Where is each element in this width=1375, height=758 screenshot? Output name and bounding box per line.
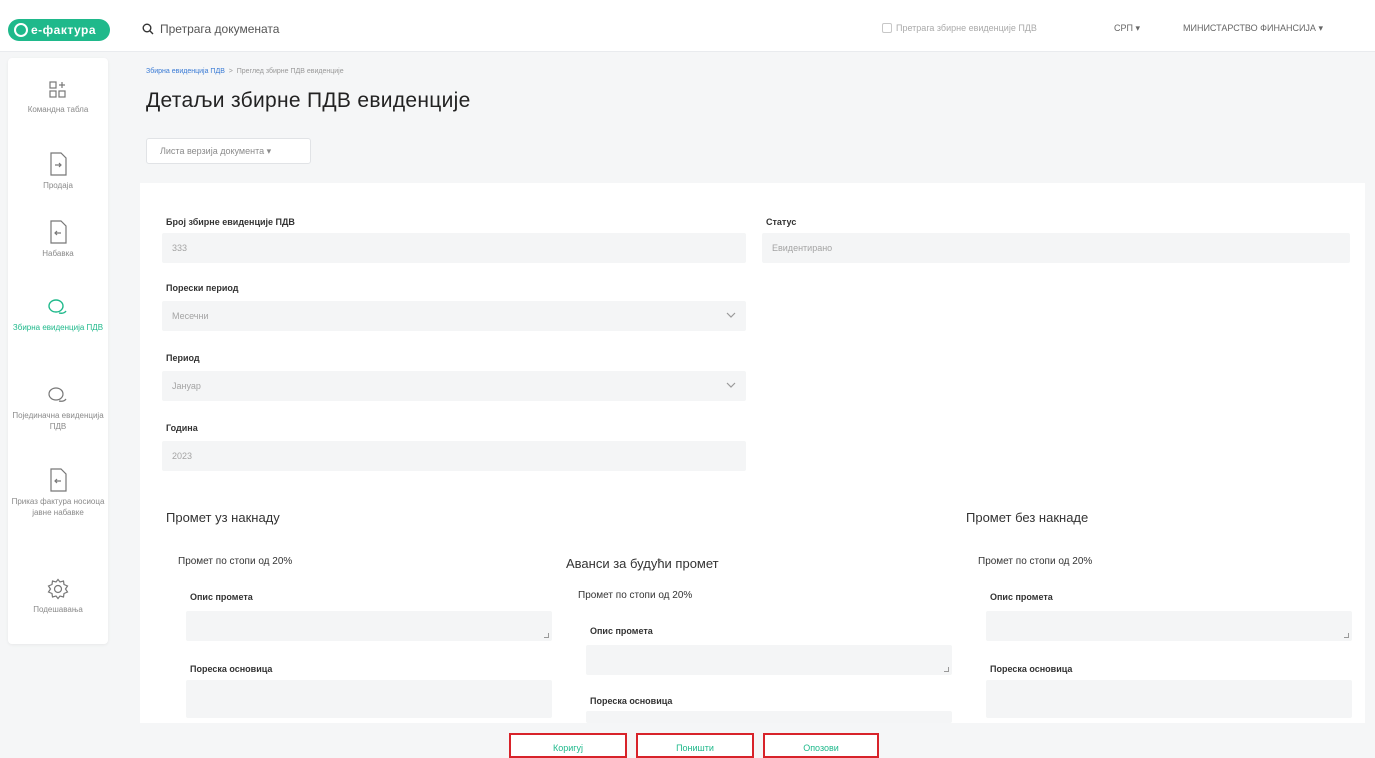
search-placeholder: Претрага докумената (160, 22, 280, 36)
details-card: Број збирне евиденције ПДВ 333 Статус Ев… (140, 183, 1365, 723)
sidebar-item-label: Појединачна евиденција ПДВ (12, 411, 104, 431)
organization-selector[interactable]: МИНИСТАРСТВО ФИНАНСИЈА ▾ (1183, 23, 1323, 34)
with-fee-desc-textarea[interactable] (186, 611, 552, 641)
sidebar-item-label: Набавка (42, 249, 74, 258)
year-field: 2023 (162, 441, 746, 471)
advances-rate-title: Промет по стопи од 20% (578, 590, 693, 601)
breadcrumb-current: Преглед збирне ПДВ евиденције (236, 68, 344, 75)
without-fee-desc-textarea[interactable] (986, 611, 1352, 641)
sidebar-item-label: Подешавања (33, 605, 83, 614)
checkbox-label: Претрага збирне евиденције ПДВ (896, 23, 1037, 33)
year-label: Година (166, 423, 198, 433)
correct-button[interactable]: Коригуј (509, 733, 627, 758)
sidebar-item-sales[interactable]: Продаја (8, 152, 108, 191)
cancel-button[interactable]: Поништи (636, 733, 754, 758)
sidebar: Командна табла Продаја Набавка Збирна ев… (8, 58, 108, 644)
section-title-with-fee: Промет уз накнаду (166, 510, 280, 525)
language-selector[interactable]: СРП ▾ (1114, 23, 1140, 34)
breadcrumb-parent-link[interactable]: Збирна евиденција ПДВ (146, 68, 225, 75)
top-bar: е-фактура Претрага докумената Претрага з… (0, 0, 1375, 52)
status-label: Статус (766, 217, 797, 227)
advances-desc-textarea[interactable] (586, 645, 952, 675)
withdraw-button[interactable]: Опозови (763, 733, 879, 758)
document-in-icon (50, 468, 67, 492)
without-fee-base-field[interactable] (986, 680, 1352, 718)
with-fee-base-field[interactable] (186, 680, 552, 718)
resize-handle-icon[interactable] (1344, 633, 1349, 638)
with-fee-desc-label: Опис промета (190, 592, 253, 602)
sidebar-item-public-procurement[interactable]: Приказ фактура носиоца јавне набавке (8, 468, 108, 518)
logo-mark-icon (14, 23, 28, 37)
sidebar-item-purchases[interactable]: Набавка (8, 220, 108, 259)
period-label: Период (166, 353, 200, 363)
breadcrumb: Збирна евиденција ПДВ > Преглед збирне П… (146, 68, 344, 75)
tax-period-label: Порески период (166, 283, 239, 293)
sidebar-item-label: Продаја (43, 181, 73, 190)
without-fee-desc-label: Опис промета (990, 592, 1053, 602)
gear-icon (47, 578, 69, 600)
section-title-advances: Аванси за будући промет (566, 556, 719, 571)
sidebar-item-label: Збирна евиденција ПДВ (12, 323, 104, 332)
with-fee-rate-title: Промет по стопи од 20% (178, 556, 293, 567)
sidebar-item-dashboard[interactable]: Командна табла (8, 80, 108, 115)
advances-base-field[interactable] (586, 711, 952, 723)
search-icon (142, 23, 154, 35)
resize-handle-icon[interactable] (544, 633, 549, 638)
chat-bubbles-icon (48, 299, 67, 314)
sidebar-item-vat-summary[interactable]: Збирна евиденција ПДВ (8, 298, 108, 333)
sidebar-item-settings[interactable]: Подешавања (8, 578, 108, 615)
document-out-icon (50, 152, 67, 176)
versions-dropdown[interactable]: Листа верзија документа ▾ (146, 138, 311, 164)
logo-text: е-фактура (31, 23, 97, 37)
dashboard-icon (49, 81, 66, 98)
search-vat-checkbox[interactable]: Претрага збирне евиденције ПДВ (882, 23, 1037, 33)
chevron-down-icon (726, 312, 736, 318)
without-fee-rate-title: Промет по стопи од 20% (978, 556, 1093, 567)
status-field: Евидентирано (762, 233, 1350, 263)
resize-handle-icon[interactable] (944, 667, 949, 672)
advances-base-label: Пореска основица (590, 696, 673, 706)
advances-desc-label: Опис промета (590, 626, 653, 636)
breadcrumb-separator: > (228, 68, 233, 75)
vat-number-field: 333 (162, 233, 746, 263)
chat-bubbles-icon (48, 387, 67, 402)
search-input[interactable]: Претрага докумената (142, 18, 279, 40)
with-fee-base-label: Пореска основица (190, 664, 273, 674)
vat-number-label: Број збирне евиденције ПДВ (166, 217, 295, 227)
app-logo[interactable]: е-фактура (8, 19, 110, 41)
versions-dropdown-label: Листа верзија документа (160, 146, 265, 156)
checkbox-box[interactable] (882, 23, 892, 33)
page-title: Детаљи збирне ПДВ евиденције (146, 89, 471, 112)
period-select[interactable]: Јануар (162, 371, 746, 401)
chevron-down-icon (726, 382, 736, 388)
sidebar-item-vat-individual[interactable]: Појединачна евиденција ПДВ (8, 386, 108, 432)
without-fee-base-label: Пореска основица (990, 664, 1073, 674)
section-title-without-fee: Промет без накнаде (966, 510, 1089, 525)
sidebar-item-label: Командна табла (27, 105, 89, 114)
tax-period-select[interactable]: Месечни (162, 301, 746, 331)
document-in-icon (50, 220, 67, 244)
sidebar-item-label: Приказ фактура носиоца јавне набавке (11, 497, 105, 517)
